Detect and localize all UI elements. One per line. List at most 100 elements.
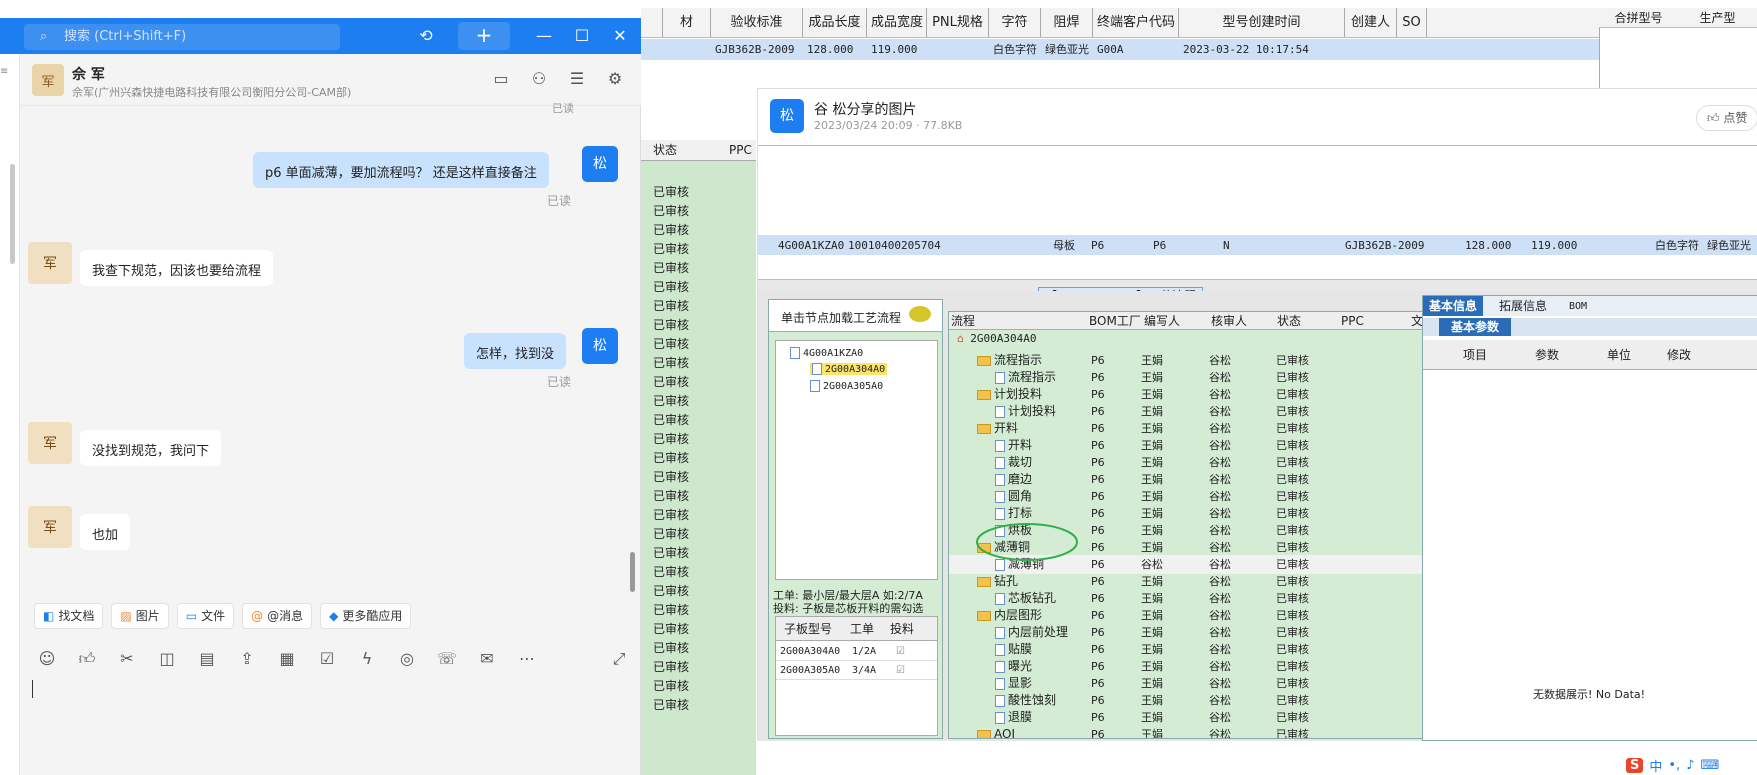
upload-icon[interactable]: ⇪ bbox=[236, 648, 258, 670]
status-item: 已审核 bbox=[653, 242, 690, 256]
scissors-icon[interactable]: ✂ bbox=[116, 648, 138, 670]
status-item: 已审核 bbox=[653, 470, 690, 484]
minimize-icon[interactable]: — bbox=[526, 18, 562, 54]
message-bubble[interactable]: 没找到规范，我问下 bbox=[80, 430, 222, 466]
tab-bom[interactable]: BOM bbox=[1569, 298, 1587, 316]
chat-scrollbar[interactable] bbox=[630, 552, 635, 592]
left-strip: ≡ bbox=[0, 54, 20, 775]
erp-status-header: 状态 PPC bbox=[641, 140, 756, 161]
erp-col-creator: 创建人 bbox=[1345, 8, 1397, 37]
more-icon[interactable]: ⋯ bbox=[516, 648, 538, 670]
thumbs-up-icon[interactable]: 👍︎ bbox=[76, 648, 98, 670]
sub-board-table: 子板型号 工单 投料 2G00A304A0 1/2A ☑ 2G00A305A0 … bbox=[775, 616, 938, 736]
image-viewer: 松 谷 松分享的图片 2023/03/24 20:09 · 77.8KB 👍︎ … bbox=[757, 88, 1757, 741]
search-history-icon[interactable]: ☰ bbox=[566, 68, 588, 90]
mail-icon[interactable]: ✉ bbox=[476, 648, 498, 670]
tab-extended-info[interactable]: 拓展信息 bbox=[1499, 296, 1547, 316]
mention-button[interactable]: @ @消息 bbox=[242, 603, 313, 629]
emoji-icon[interactable]: ☺ bbox=[36, 648, 58, 670]
at-icon: @ bbox=[251, 609, 264, 623]
gear-icon[interactable]: ⚙ bbox=[604, 68, 626, 90]
read-status: 已读 bbox=[547, 375, 572, 389]
search-placeholder: 搜索 (Ctrl+Shift+F) bbox=[64, 29, 187, 44]
message-bubble[interactable]: 也加 bbox=[80, 514, 131, 550]
lightning-icon[interactable]: ϟ bbox=[356, 648, 378, 670]
maximize-icon[interactable]: ☐ bbox=[564, 18, 600, 54]
status-item: 已审核 bbox=[653, 451, 690, 465]
search-input[interactable]: ⌕ 搜索 (Ctrl+Shift+F) bbox=[24, 24, 340, 50]
sharer-avatar[interactable]: 松 bbox=[770, 99, 804, 133]
checkbox-icon[interactable]: ☑ bbox=[896, 643, 905, 661]
params-header: 项目 参数 单位 修改 bbox=[1423, 340, 1757, 370]
erp-col-char: 字符 bbox=[989, 8, 1041, 37]
message-input[interactable] bbox=[32, 680, 33, 698]
close-icon[interactable]: ✕ bbox=[602, 18, 638, 54]
ime-toolbar[interactable]: S 中 •, ♪ ⌨ bbox=[1622, 755, 1757, 775]
tab-basic-info[interactable]: 基本信息 bbox=[1423, 296, 1484, 316]
status-item: 已审核 bbox=[653, 185, 690, 199]
table-row[interactable]: 2G00A304A0 1/2A ☑ bbox=[776, 643, 937, 661]
comment-icon bbox=[909, 306, 931, 322]
status-item: 已审核 bbox=[653, 508, 690, 522]
tree-node[interactable]: 4G00A1KZA0 bbox=[790, 347, 863, 359]
phone-icon[interactable]: ☏ bbox=[436, 648, 458, 670]
history-icon[interactable]: ⟲ bbox=[408, 18, 444, 54]
read-status: 已读 bbox=[547, 194, 572, 208]
input-toolbar: ☺ 👍︎ ✂ ◫ ▤ ⇪ ▦ ☑ ϟ ◎ ☏ ✉ ⋯ bbox=[36, 648, 538, 670]
status-item: 已审核 bbox=[653, 527, 690, 541]
erp-col-length: 成品长度 bbox=[803, 8, 867, 37]
contact-avatar[interactable]: 军 bbox=[28, 242, 72, 284]
add-user-icon[interactable]: ⚇ bbox=[528, 68, 550, 90]
find-doc-button[interactable]: ◧ 找文档 bbox=[34, 603, 104, 629]
viewer-title: 谷 松分享的图片 bbox=[814, 102, 917, 118]
folder-icon[interactable]: ▭ bbox=[490, 68, 512, 90]
apps-icon: ◆ bbox=[329, 609, 339, 623]
checkbox-icon[interactable]: ☑ bbox=[896, 662, 905, 680]
contact-avatar[interactable]: 军 bbox=[28, 506, 72, 548]
tree-node[interactable]: 2G00A305A0 bbox=[810, 380, 883, 392]
image-button[interactable]: ▨ 图片 bbox=[111, 603, 169, 629]
left-tree: 4G00A1KZA0 2G00A304A0 2G00A305A0 bbox=[775, 340, 938, 580]
quote-icon[interactable]: ◫ bbox=[156, 648, 178, 670]
more-apps-button[interactable]: ◆ 更多酷应用 bbox=[320, 603, 412, 629]
expand-icon[interactable]: ⤢ bbox=[608, 648, 630, 670]
my-avatar[interactable]: 松 bbox=[582, 328, 618, 364]
message-bubble[interactable]: 我查下规范，因该也要给流程 bbox=[80, 250, 274, 286]
erp-selected-row[interactable]: GJB362B-2009 128.000 119.000 白色字符 绿色亚光 G… bbox=[641, 39, 1757, 60]
status-item: 已审核 bbox=[653, 641, 690, 655]
folder-icon: ▭ bbox=[185, 609, 198, 623]
note-icon[interactable]: ▤ bbox=[196, 648, 218, 670]
tab-basic-params[interactable]: 基本参数 bbox=[1439, 318, 1512, 336]
vote-icon[interactable]: ◎ bbox=[396, 648, 418, 670]
add-button[interactable]: + bbox=[458, 22, 510, 50]
left-note: 投料: 子板是芯板开料的需勾选 bbox=[773, 602, 924, 615]
process-left-panel: 单击节点加载工艺流程 4G00A1KZA0 2G00A304A0 2G00A30… bbox=[768, 299, 943, 739]
scrollbar[interactable] bbox=[10, 164, 15, 264]
process-tree-grid: 流程 BOM工厂 编写人 核审人 状态 PPC 文 ⌂ 2G00A304A0 流… bbox=[948, 311, 1428, 739]
no-data-message: 无数据展示! No Data! bbox=[1533, 688, 1646, 701]
erp-status-label: 状态 bbox=[653, 143, 678, 157]
punct-icon: •, bbox=[1668, 757, 1681, 773]
erp-col-so: SO bbox=[1397, 8, 1427, 37]
table-row[interactable]: 2G00A305A0 3/4A ☑ bbox=[776, 662, 937, 680]
status-item: 已审核 bbox=[653, 375, 690, 389]
file-button[interactable]: ▭ 文件 bbox=[176, 603, 235, 629]
task-icon[interactable]: ☑ bbox=[316, 648, 338, 670]
my-avatar[interactable]: 松 bbox=[582, 146, 618, 182]
erp-col-merge: 合拼型号 bbox=[1614, 11, 1663, 25]
contact-avatar[interactable]: 军 bbox=[28, 422, 72, 464]
contact-avatar[interactable]: 军 bbox=[32, 64, 64, 96]
erp-cell: 白色字符 bbox=[993, 43, 1037, 56]
erp-cell: 119.000 bbox=[871, 43, 918, 56]
erp-right-header: 合拼型号 生产型 bbox=[1599, 8, 1757, 28]
status-item: 已审核 bbox=[653, 622, 690, 636]
message-bubble[interactable]: p6 单面减薄，要加流程吗？ 还是这样直接备注 bbox=[253, 152, 549, 188]
like-button[interactable]: 👍︎ 点赞 bbox=[1696, 105, 1757, 131]
tree-node-selected[interactable]: 2G00A304A0 bbox=[810, 363, 888, 375]
calendar-icon[interactable]: ▦ bbox=[276, 648, 298, 670]
menu-icon[interactable]: ≡ bbox=[0, 66, 8, 77]
viewer-meta: 2023/03/24 20:09 · 77.8KB bbox=[814, 119, 963, 132]
erp-col bbox=[641, 8, 663, 37]
message-bubble[interactable]: 怎样，找到没 bbox=[464, 333, 567, 369]
erp-grid-header: 材 验收标准 成品长度 成品宽度 PNL规格 字符 阻焊 终端客户代码 型号创建… bbox=[641, 8, 1757, 38]
